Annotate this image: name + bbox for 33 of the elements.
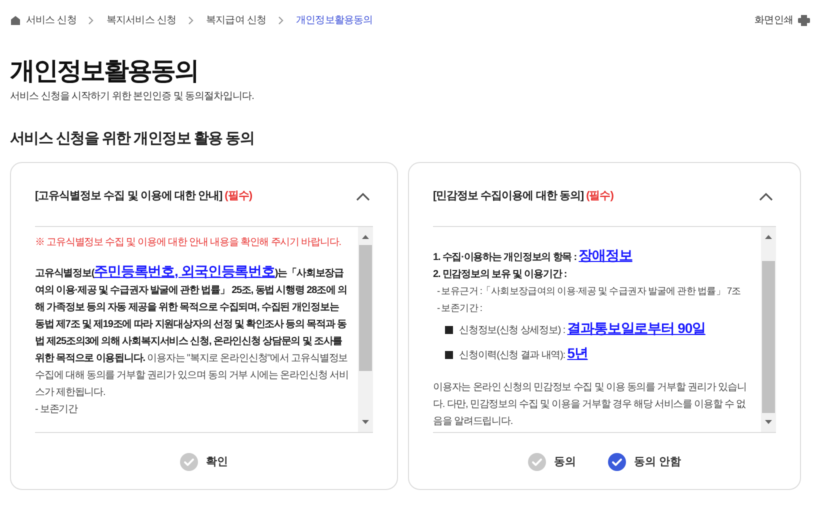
consent-radio[interactable]: 확인 — [180, 453, 228, 471]
info-text: 2. 민감정보의 보유 및 이용기간 : — [433, 268, 568, 282]
breadcrumb-link[interactable]: 복지서비스 신청 — [106, 12, 176, 28]
info-text: - 보유근거 :「사회보장급여의 이용·제공 및 수급권자 발굴에 관한 법률」 7조 — [436, 285, 742, 299]
info-text: 신청정보(신청 상세정보) :결과통보일로부터 90일 — [459, 319, 706, 338]
scrollbar[interactable] — [761, 227, 776, 432]
page-subtitle: 서비스 신청을 시작하기 위한 본인인증 및 동의절차입니다. — [10, 90, 255, 104]
info-text: 1. 수집·이용하는 개인정보의 항목 :장애정보 — [433, 247, 634, 265]
info-text: 신청이력(신청 결과 내역):5년 — [459, 344, 588, 363]
square-bullet-icon — [445, 350, 453, 358]
info-text: 이용자는 온라인 신청의 민감정보 수집 및 이용 동의를 거부할 권리가 있습니다. 다만, 민감정보의 수집 및 이용을 거부할 경우 해당 서비스를 이용할 수 없음을 알려드립니다. — [433, 381, 748, 429]
card-title: [민감정보 수집이용에 대한 동의] (필수) — [433, 188, 614, 204]
scrollbar[interactable] — [358, 227, 373, 432]
breadcrumb-link[interactable]: 서비스 신청 — [26, 12, 76, 28]
info-text: - 보존기간 : — [436, 302, 483, 316]
chevron-right-icon — [88, 16, 94, 24]
card-title: [고유식별정보 수집 및 이용에 대한 안내] (필수) — [35, 188, 252, 204]
info-text: 고유식별정보(주민등록번호, 외국인등록번호)는「사회보장급여의 이용·제공 및 수급권자 발굴에 관한 법률」 25조, 동법 시행령 28조에 의해 가족정보 등의 자동 제공을 위한 목적으로 수집되며, 수집된 개인정보는 동법 제7조 및 제19조에 따라 지원대상자의 선정 및 확인조사 등의 목적과 동법 제25조의3에 의해 사회복지서비스 신청, 온라인신청 상담문의 및 조사를 위한 목적으로 이용됩니다. 이용자는 "복지로 온라인신청"에서 고유식별정보 수집에 대해 동의를 거부할 권리가 있으며 동의 거부 시에는 온라인신청 서비스가 제한됩니다. — [35, 263, 350, 400]
square-bullet-icon — [445, 326, 453, 334]
page-title: 개인정보활용동의 — [10, 56, 199, 87]
info-text: - 보존기간 — [35, 403, 79, 417]
print-button[interactable]: 화면인쇄 — [754, 12, 810, 28]
chevron-right-icon — [188, 16, 194, 24]
consent-radio[interactable]: 동의 — [528, 453, 576, 471]
chevron-right-icon — [278, 16, 284, 24]
breadcrumb-link[interactable]: 개인정보활용동의 — [296, 12, 373, 28]
consent-radio[interactable]: 동의 안함 — [608, 453, 682, 471]
chevron-up-icon — [759, 192, 773, 200]
breadcrumb-link[interactable]: 복지급여 신청 — [206, 12, 266, 28]
notice-text: ※ 고유식별정보 수집 및 이용에 대한 안내 내용을 확인해 주시기 바랍니다. — [35, 236, 342, 250]
section-title: 서비스 신청을 위한 개인정보 활용 동의 — [10, 129, 256, 149]
chevron-up-icon — [356, 192, 370, 200]
home-icon — [10, 14, 21, 26]
